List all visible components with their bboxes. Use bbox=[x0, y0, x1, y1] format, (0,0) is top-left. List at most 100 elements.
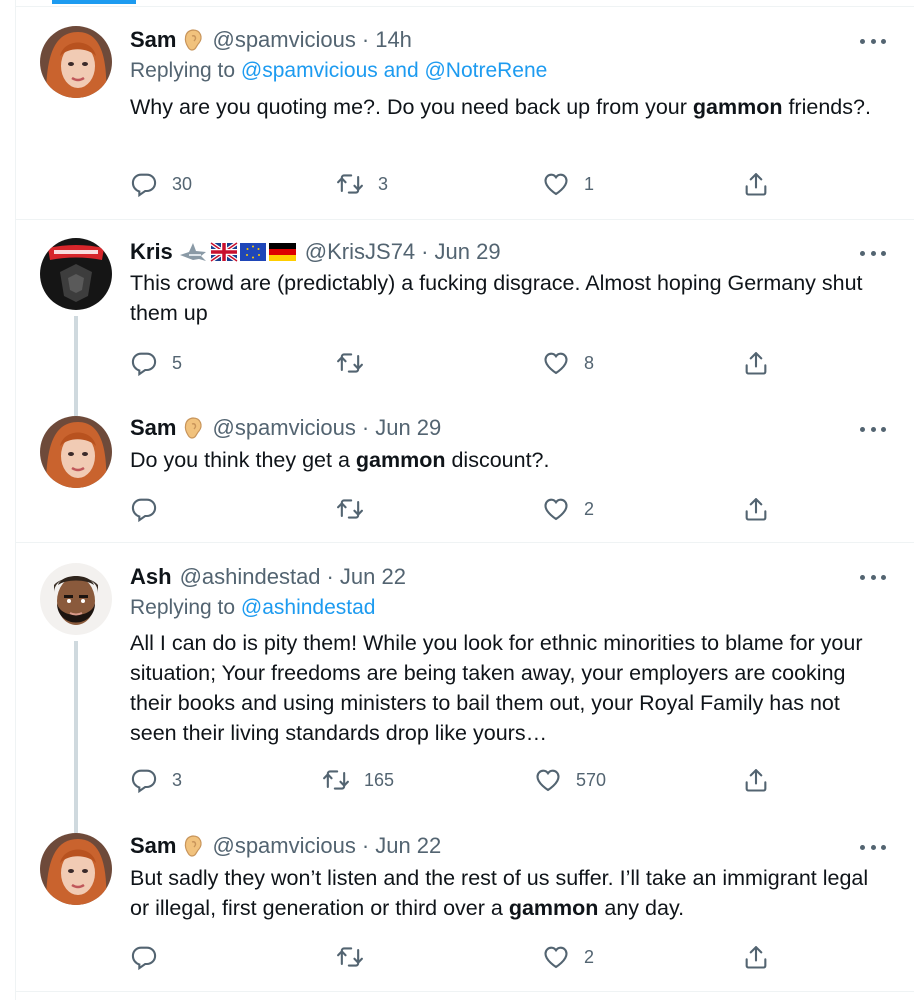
reply-count: 5 bbox=[172, 352, 183, 373]
share-icon bbox=[742, 495, 770, 523]
retweet-button[interactable] bbox=[336, 942, 378, 972]
like-button[interactable]: 570 bbox=[534, 765, 606, 795]
share-button[interactable] bbox=[742, 494, 770, 524]
replying-to-users[interactable]: @ashindestad bbox=[241, 596, 376, 619]
share-button[interactable] bbox=[742, 765, 770, 795]
ear-icon bbox=[182, 27, 204, 53]
reply-button[interactable]: 30 bbox=[130, 169, 192, 199]
replying-to-label: Replying to bbox=[130, 596, 236, 619]
share-icon bbox=[742, 349, 770, 377]
retweet-button[interactable]: 3 bbox=[336, 169, 388, 199]
separator-dot: · bbox=[326, 564, 334, 589]
separator-dot: · bbox=[361, 833, 370, 858]
share-icon bbox=[742, 943, 770, 971]
tweet-1[interactable]: Sam @spamvicious · 14h Replying to @spam… bbox=[16, 8, 914, 219]
top-divider bbox=[0, 0, 914, 8]
avatar-ash bbox=[40, 563, 112, 635]
avatar-sam bbox=[40, 416, 112, 488]
reply-icon bbox=[130, 495, 158, 523]
avatar[interactable] bbox=[40, 238, 112, 310]
display-name[interactable]: Sam bbox=[130, 833, 176, 859]
tweet-header: Ash @ashindestad · Jun 22 bbox=[130, 562, 406, 592]
reply-button[interactable] bbox=[130, 942, 172, 972]
more-options-icon[interactable] bbox=[860, 837, 886, 857]
tweet-text-bold: gammon bbox=[508, 896, 599, 920]
share-icon bbox=[742, 766, 770, 794]
like-icon bbox=[542, 495, 570, 523]
tweet-text: All I can do is pity them! While you loo… bbox=[130, 631, 863, 745]
handle[interactable]: @KrisJS74 bbox=[305, 239, 415, 265]
retweet-icon bbox=[336, 495, 364, 523]
handle[interactable]: @spamvicious bbox=[212, 415, 355, 441]
handle[interactable]: @ashindestad bbox=[180, 564, 321, 590]
tweet-3[interactable]: Sam @spamvicious · Jun 29 Do you think t… bbox=[16, 398, 914, 542]
tweet-text-bold: gammon bbox=[692, 95, 783, 119]
timestamp[interactable]: Jun 29 bbox=[435, 239, 501, 265]
display-name[interactable]: Sam bbox=[130, 415, 176, 441]
like-icon bbox=[542, 170, 570, 198]
timestamp[interactable]: 14h bbox=[375, 27, 412, 53]
display-name[interactable]: Ash bbox=[130, 564, 172, 590]
retweet-button[interactable] bbox=[336, 348, 378, 378]
timestamp[interactable]: Jun 22 bbox=[340, 564, 406, 590]
reply-button[interactable]: 5 bbox=[130, 348, 182, 378]
separator-dot: · bbox=[361, 415, 370, 440]
more-options-icon[interactable] bbox=[860, 243, 886, 263]
display-name[interactable]: Kris bbox=[130, 239, 173, 265]
replying-to-users[interactable]: @spamvicious and @NotreRene bbox=[241, 59, 547, 82]
handle[interactable]: @spamvicious bbox=[212, 833, 355, 859]
retweet-icon bbox=[322, 766, 350, 794]
reply-icon bbox=[130, 170, 158, 198]
tweet-2[interactable]: Kris @KrisJS74 · Jun 29 This crowd are (… bbox=[16, 220, 914, 398]
reply-icon bbox=[130, 349, 158, 377]
retweet-icon bbox=[336, 170, 364, 198]
avatar-sam bbox=[40, 26, 112, 98]
like-button[interactable]: 2 bbox=[542, 494, 594, 524]
tweet-text-bold: gammon bbox=[355, 448, 446, 472]
replying-to-label: Replying to bbox=[130, 59, 236, 82]
reply-count: 30 bbox=[172, 173, 193, 194]
reply-button[interactable] bbox=[130, 494, 172, 524]
avatar[interactable] bbox=[40, 26, 112, 98]
reply-icon bbox=[130, 943, 158, 971]
reply-button[interactable]: 3 bbox=[130, 765, 182, 795]
display-name[interactable]: Sam bbox=[130, 27, 176, 53]
avatar[interactable] bbox=[40, 833, 112, 905]
more-options-icon[interactable] bbox=[860, 419, 886, 439]
retweet-icon bbox=[336, 943, 364, 971]
tweet-5[interactable]: Sam @spamvicious · Jun 22 But sadly they… bbox=[16, 815, 914, 991]
timestamp[interactable]: Jun 22 bbox=[375, 833, 441, 859]
like-button[interactable]: 1 bbox=[542, 169, 594, 199]
tweet-text-part: Why are you quoting me?. Do you need bac… bbox=[130, 95, 693, 119]
divider-line bbox=[15, 6, 914, 7]
tweet-text-part: Do you think they get a bbox=[130, 448, 356, 472]
share-button[interactable] bbox=[742, 348, 770, 378]
more-options-icon[interactable] bbox=[860, 31, 886, 51]
tweet-text: This crowd are (predictably) a fucking d… bbox=[130, 271, 863, 325]
replying-to: Replying to @ashindestad bbox=[130, 596, 375, 620]
tweet-4[interactable]: Ash @ashindestad · Jun 22 Replying to @a… bbox=[16, 543, 914, 815]
share-button[interactable] bbox=[742, 942, 770, 972]
retweet-icon bbox=[336, 349, 364, 377]
more-options-icon[interactable] bbox=[860, 567, 886, 587]
ear-icon bbox=[182, 833, 204, 859]
timestamp[interactable]: Jun 29 bbox=[375, 415, 441, 441]
like-count: 2 bbox=[584, 946, 595, 967]
like-icon bbox=[534, 766, 562, 794]
retweet-button[interactable]: 165 bbox=[322, 765, 394, 795]
retweet-button[interactable] bbox=[336, 494, 378, 524]
retweet-count: 3 bbox=[378, 173, 389, 194]
tweet-divider bbox=[15, 991, 914, 992]
tweet-text: Why are you quoting me?. Do you need bac… bbox=[130, 92, 890, 122]
share-button[interactable] bbox=[742, 169, 770, 199]
like-button[interactable]: 2 bbox=[542, 942, 594, 972]
reply-icon bbox=[130, 766, 158, 794]
thread-line bbox=[74, 398, 78, 416]
like-button[interactable]: 8 bbox=[542, 348, 594, 378]
avatar[interactable] bbox=[40, 563, 112, 635]
ear-icon bbox=[182, 415, 204, 441]
tweet-text-part: any day. bbox=[598, 896, 685, 920]
tweet-actions: 2 bbox=[130, 494, 780, 524]
handle[interactable]: @spamvicious bbox=[212, 27, 355, 53]
avatar[interactable] bbox=[40, 416, 112, 488]
